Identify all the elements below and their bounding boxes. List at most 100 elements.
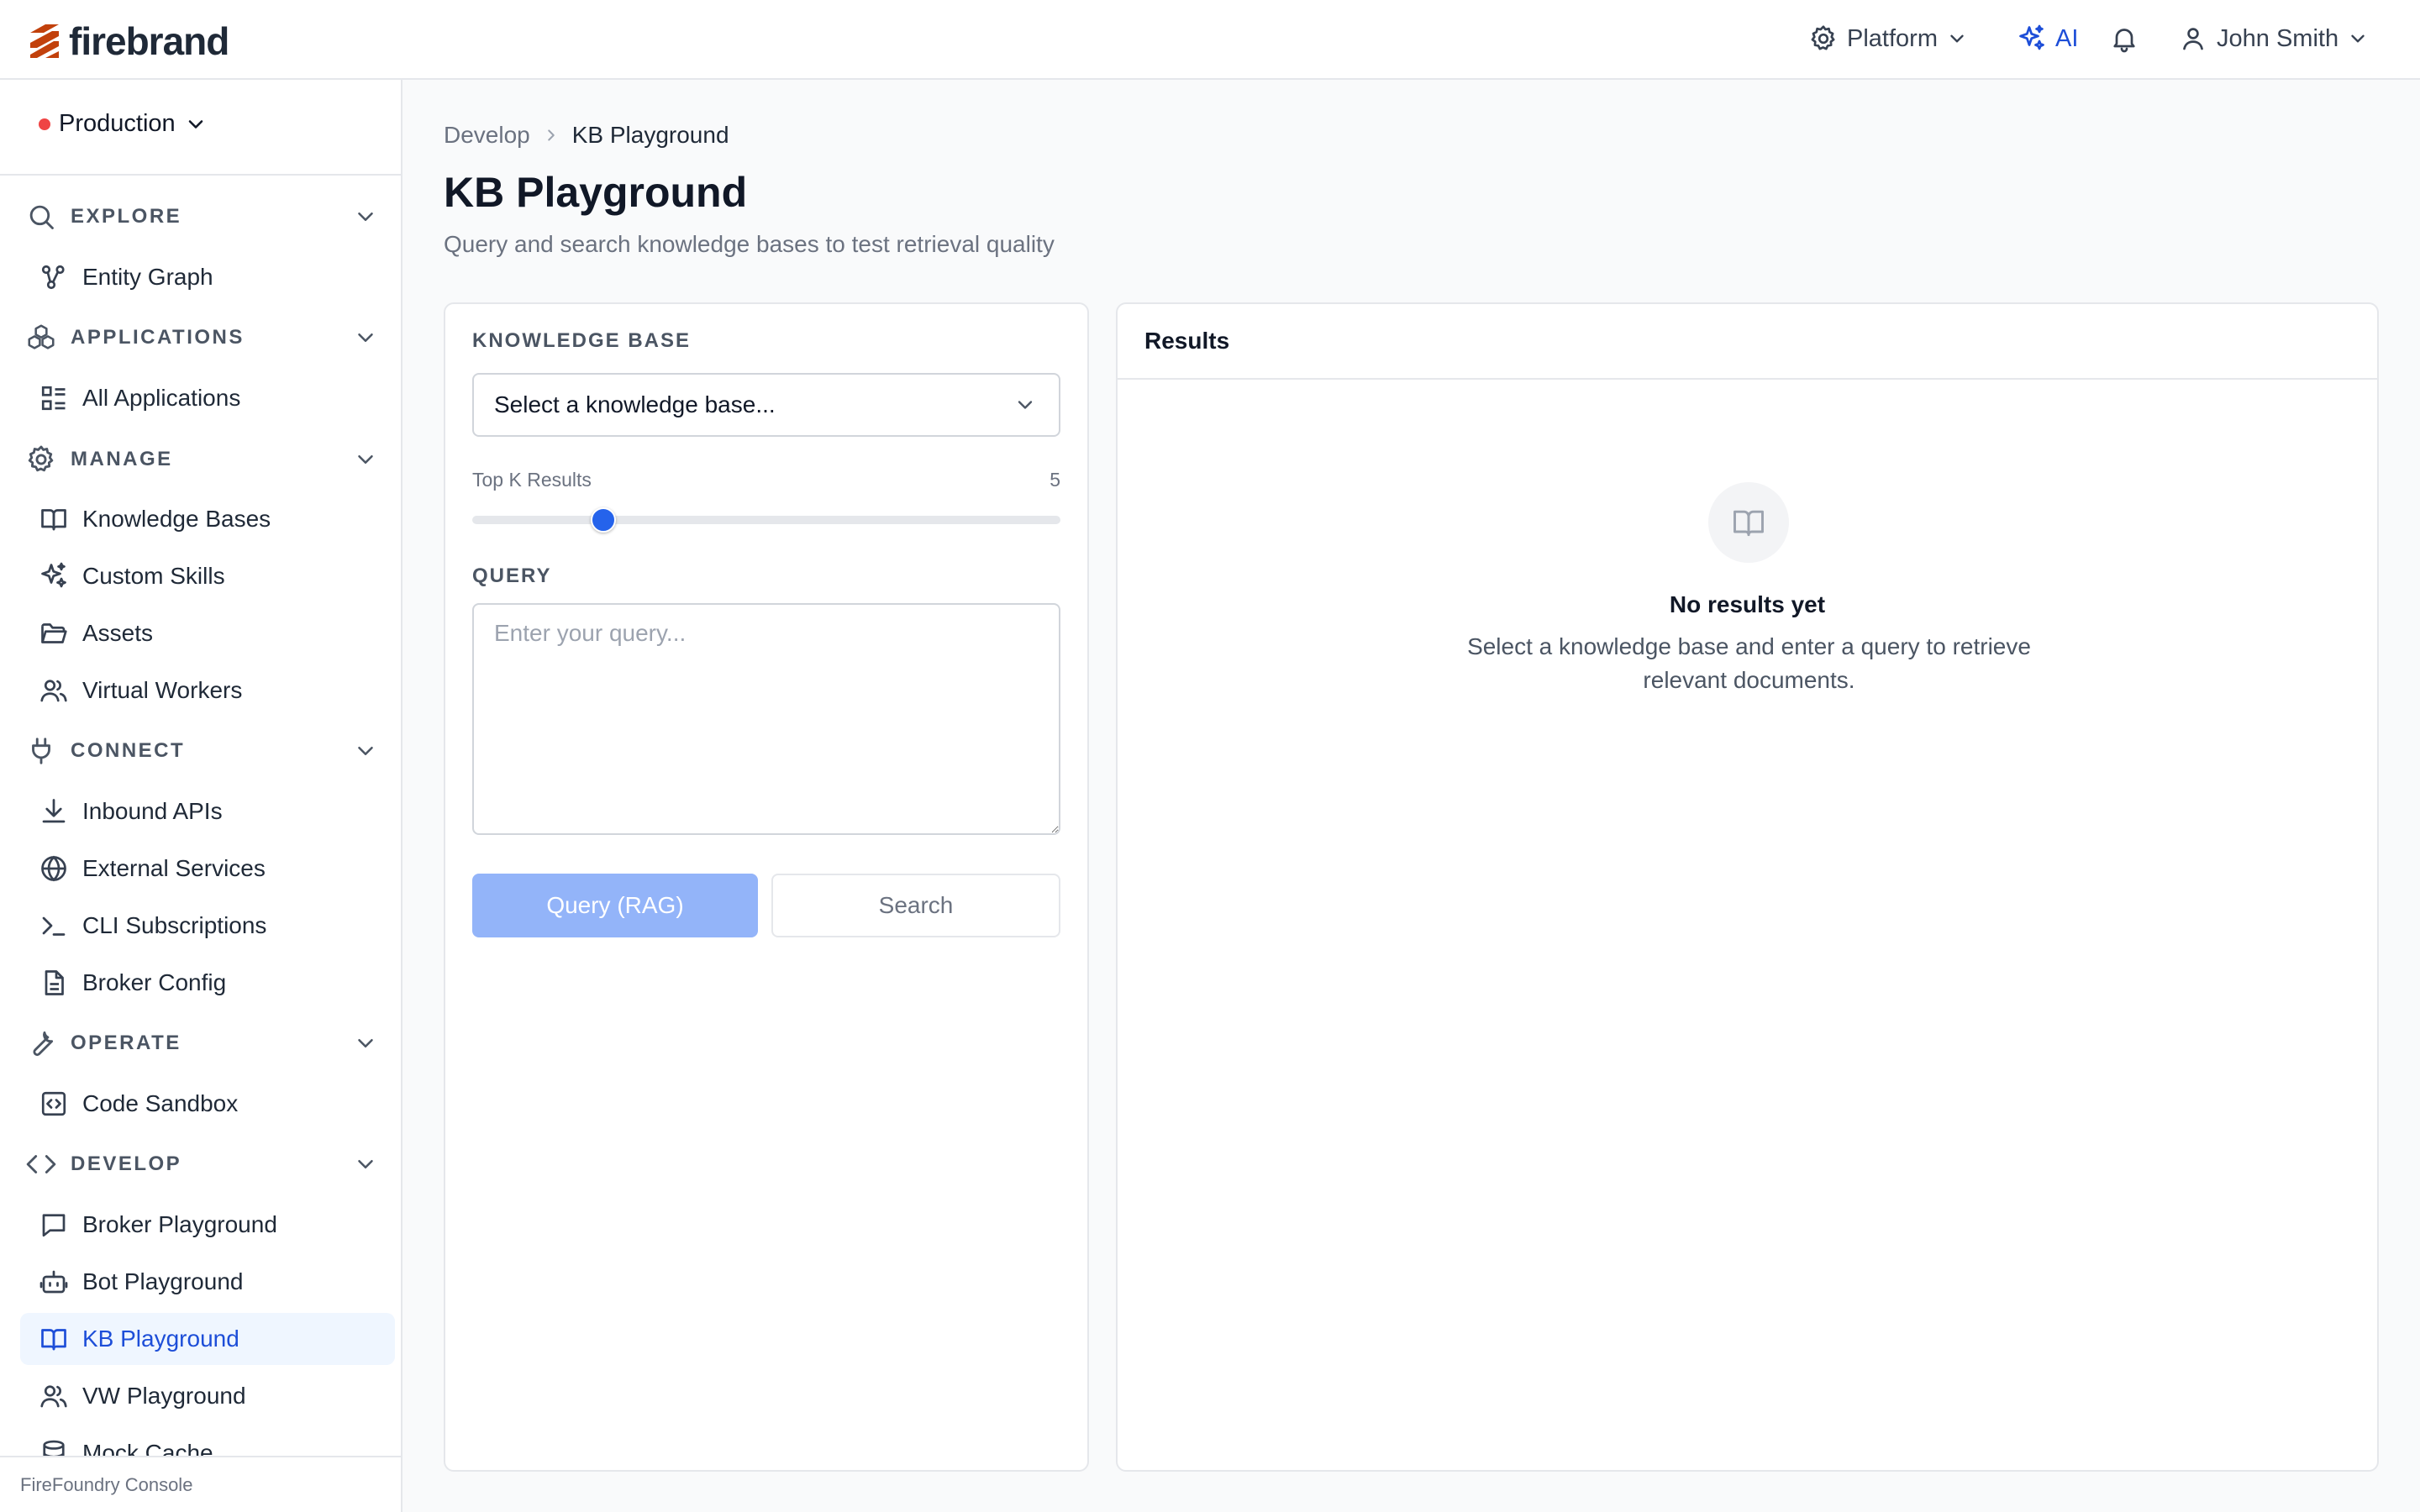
sidebar-item-all-applications[interactable]: All Applications <box>20 372 395 424</box>
section-label: MANAGE <box>71 448 173 470</box>
user-menu[interactable]: John Smith <box>2178 24 2369 54</box>
query-textarea[interactable] <box>472 603 1060 835</box>
book-icon <box>1733 510 1764 537</box>
sidebar-item-label: Entity Graph <box>82 264 213 290</box>
sidebar-item-broker-playground[interactable]: Broker Playground <box>20 1199 395 1251</box>
sidebar-item-label: External Services <box>82 855 266 881</box>
section-manage[interactable]: MANAGE <box>25 438 378 480</box>
sidebar-item-vw-playground[interactable]: VW Playground <box>20 1370 395 1422</box>
gear-icon <box>1811 25 1835 50</box>
section-label: DEVELOP <box>71 1152 182 1175</box>
top-k-slider[interactable] <box>472 507 1060 533</box>
bot-icon <box>39 1270 68 1294</box>
breadcrumb-develop-link[interactable]: Develop <box>444 122 530 149</box>
folder-icon <box>41 623 67 643</box>
chevron-right-icon <box>547 129 555 141</box>
sidebar-item-knowledge-bases[interactable]: Knowledge Bases <box>20 493 395 545</box>
sidebar-item-entity-graph[interactable]: Entity Graph <box>20 251 395 303</box>
code-icon <box>26 1155 56 1173</box>
sidebar-item-bot-playground[interactable]: Bot Playground <box>20 1256 395 1308</box>
sidebar-item-label: Assets <box>82 620 154 646</box>
sidebar-item-label: Bot Playground <box>82 1268 244 1294</box>
ai-button[interactable]: AI <box>2017 24 2078 54</box>
sidebar-item-kb-playground[interactable]: KB Playground <box>20 1313 395 1365</box>
environment-label: Production <box>59 110 176 137</box>
empty-state-icon-wrap <box>1708 482 1789 563</box>
section-connect[interactable]: CONNECT <box>25 730 378 772</box>
chevron-down-icon <box>2351 34 2365 43</box>
platform-label: Platform <box>1847 24 1938 52</box>
sidebar-item-label: All Applications <box>82 385 241 411</box>
search-icon <box>29 205 54 229</box>
chevron-down-icon <box>1018 401 1033 409</box>
sidebar-item-assets[interactable]: Assets <box>20 607 395 659</box>
section-explore[interactable]: EXPLORE <box>25 196 378 238</box>
section-label: APPLICATIONS <box>71 326 245 349</box>
terminal-icon <box>42 916 66 936</box>
firebrand-logo-icon <box>30 24 59 58</box>
chevron-down-icon <box>188 119 203 129</box>
sidebar-item-label: CLI Subscriptions <box>82 912 267 938</box>
breadcrumb: Develop KB Playground <box>444 122 729 149</box>
chevron-down-icon <box>358 1039 373 1047</box>
sidebar-item-virtual-workers[interactable]: Virtual Workers <box>20 664 395 717</box>
book-icon <box>41 509 66 531</box>
graph-icon <box>41 265 65 290</box>
knowledge-base-label: KNOWLEDGE BASE <box>472 329 692 352</box>
section-develop[interactable]: DEVELOP <box>25 1143 378 1185</box>
brand-name: firebrand <box>69 19 229 63</box>
chevron-down-icon <box>358 333 373 342</box>
sidebar-item-label: Inbound APIs <box>82 798 223 824</box>
sidebar-item-code-sandbox[interactable]: Code Sandbox <box>20 1078 395 1130</box>
notifications-button[interactable] <box>2109 24 2139 54</box>
globe-icon <box>41 855 66 882</box>
plug-icon <box>32 738 50 764</box>
bell-icon <box>2113 29 2135 53</box>
sidebar-item-label: Code Sandbox <box>82 1090 239 1116</box>
top-k-value: 5 <box>1050 469 1060 491</box>
top-k-label: Top K Results <box>472 469 592 491</box>
sidebar-item-inbound-apis[interactable]: Inbound APIs <box>20 785 395 837</box>
file-icon <box>45 970 64 995</box>
knowledge-base-select[interactable]: Select a knowledge base... <box>472 373 1060 437</box>
search-button[interactable]: Search <box>771 874 1060 937</box>
sidebar-item-broker-config[interactable]: Broker Config <box>20 957 395 1009</box>
section-applications[interactable]: APPLICATIONS <box>25 317 378 359</box>
section-label: OPERATE <box>71 1032 182 1054</box>
empty-state-title: No results yet <box>1669 591 1826 617</box>
users-icon <box>40 1385 67 1408</box>
sidebar: Production EXPLORE Entity Graph APPLICAT… <box>0 80 402 1512</box>
results-panel: Results No results yet Select a knowledg… <box>1116 302 2379 1472</box>
section-label: CONNECT <box>71 739 186 762</box>
sidebar-item-cli-subscriptions[interactable]: CLI Subscriptions <box>20 900 395 952</box>
sidebar-item-external-services[interactable]: External Services <box>20 843 395 895</box>
query-rag-button[interactable]: Query (RAG) <box>472 874 758 937</box>
breadcrumb-current: KB Playground <box>571 122 729 148</box>
chevron-down-icon <box>358 213 373 221</box>
sidebar-item-custom-skills[interactable]: Custom Skills <box>20 550 395 602</box>
sidebar-footer: FireFoundry Console <box>0 1456 401 1512</box>
section-label: EXPLORE <box>71 205 182 228</box>
gear-icon <box>28 445 54 472</box>
query-panel: KNOWLEDGE BASE Select a knowledge base..… <box>444 302 1089 1472</box>
chevron-down-icon <box>358 1160 373 1168</box>
grid-list-icon <box>41 386 66 411</box>
results-title: Results <box>1118 304 2377 380</box>
sidebar-item-label: KB Playground <box>82 1326 239 1352</box>
platform-menu[interactable]: Platform <box>1808 24 1968 54</box>
wrench-icon <box>33 1031 54 1057</box>
sidebar-item-label: Broker Playground <box>82 1211 277 1237</box>
environment-switcher[interactable]: Production <box>39 110 208 138</box>
chevron-down-icon <box>1950 34 1964 43</box>
page-subtitle: Query and search knowledge bases to test… <box>444 231 1055 257</box>
query-label: QUERY <box>472 564 552 587</box>
users-icon <box>40 680 67 702</box>
section-operate[interactable]: OPERATE <box>25 1022 378 1064</box>
sidebar-item-label: VW Playground <box>82 1383 246 1409</box>
sparkles-icon <box>41 562 66 588</box>
top-k-slider-thumb[interactable] <box>591 507 617 533</box>
sidebar-item-label: Custom Skills <box>82 563 225 589</box>
brand-logo[interactable]: firebrand <box>25 18 229 64</box>
divider <box>0 174 401 176</box>
sidebar-item-label: Broker Config <box>82 969 227 995</box>
